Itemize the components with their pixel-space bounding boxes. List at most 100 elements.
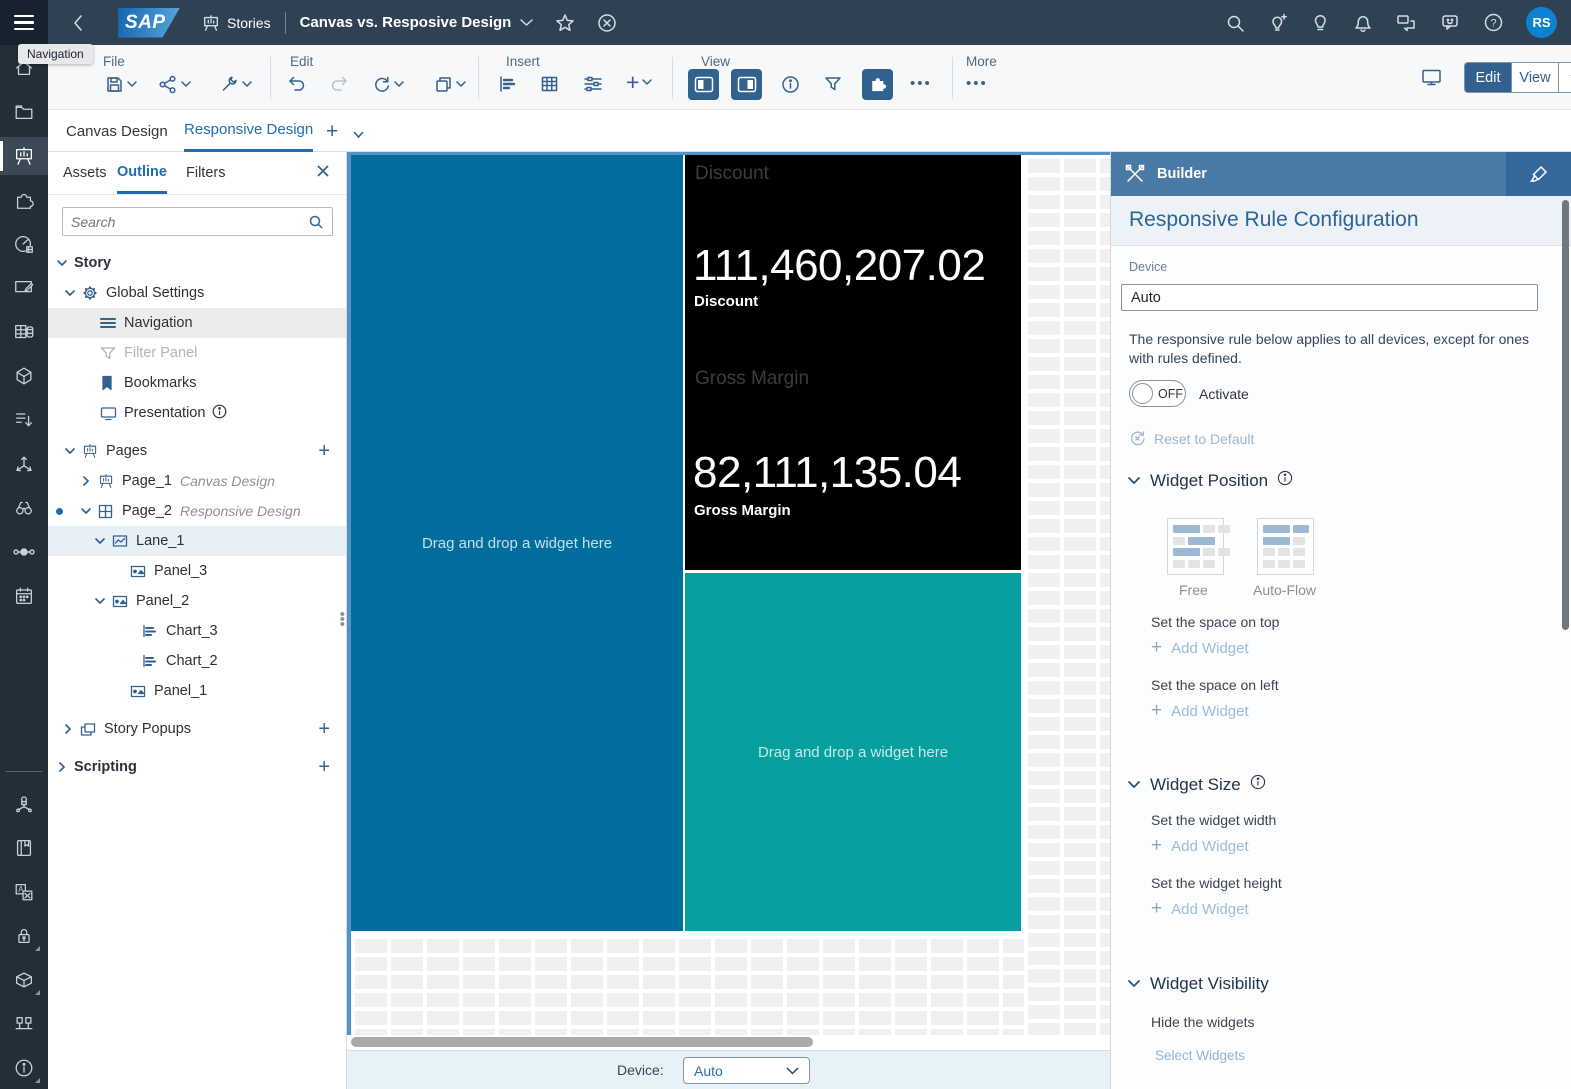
chevron-down-icon[interactable] [1127, 974, 1141, 994]
add-page-button[interactable]: + [318, 440, 330, 463]
search-icon[interactable] [1225, 13, 1245, 33]
outline-item-filter-panel[interactable]: Filter Panel [48, 338, 346, 368]
tab-responsive-design[interactable]: Responsive Design [184, 110, 314, 152]
panel-3-dropzone[interactable]: Drag and drop a widget here [351, 155, 683, 931]
insert-input-controls-button[interactable] [583, 75, 603, 93]
back-icon[interactable] [66, 14, 90, 32]
digital-boardroom-icon[interactable] [0, 269, 48, 307]
view-overflow-button[interactable]: ••• [910, 75, 932, 92]
ai-assistant-icon[interactable] [1267, 12, 1288, 33]
files-folder-icon[interactable] [0, 93, 48, 131]
panel-1-dropzone[interactable]: Drag and drop a widget here [685, 573, 1021, 931]
chevron-right-icon[interactable] [80, 475, 98, 487]
dimensions-icon[interactable] [0, 445, 48, 483]
outline-item-navigation[interactable]: Navigation [48, 308, 346, 338]
tab-outline[interactable]: Outline [117, 152, 167, 194]
right-panel-toggle-button[interactable] [731, 69, 762, 100]
discussions-icon[interactable] [1395, 13, 1417, 33]
outline-item-story-popups[interactable]: Story Popups + [48, 714, 346, 744]
info-icon[interactable] [212, 404, 227, 423]
duplicate-button[interactable] [434, 75, 466, 94]
analytic-applications-icon[interactable] [0, 225, 48, 263]
select-widgets-link[interactable]: Select Widgets [1155, 1048, 1245, 1063]
left-panel-toggle-button[interactable] [688, 69, 719, 100]
save-button[interactable] [105, 75, 137, 94]
panel-2-kpi-tile[interactable]: Discount 111,460,207.02 Discount Gross M… [685, 155, 1021, 570]
horizontal-scrollbar[interactable] [351, 1037, 813, 1047]
modeler-icon[interactable] [0, 357, 48, 395]
details-info-button[interactable] [781, 75, 800, 94]
outline-item-page-1[interactable]: Page_1 Canvas Design [48, 466, 346, 496]
chevron-down-icon[interactable] [64, 445, 82, 457]
library-book-icon[interactable] [0, 829, 48, 867]
activate-toggle[interactable]: OFF [1129, 380, 1186, 407]
refresh-button[interactable] [372, 75, 404, 94]
panel-resize-handle[interactable]: • • • [340, 607, 345, 632]
chevron-down-icon[interactable] [1127, 775, 1141, 795]
feedback-icon[interactable] [1439, 13, 1461, 33]
share-button[interactable] [158, 75, 191, 94]
add-widget-left-button[interactable]: + Add Widget [1151, 700, 1249, 722]
vertical-scrollbar[interactable] [1562, 200, 1569, 630]
chevron-down-icon[interactable] [1127, 471, 1141, 491]
chevron-down-icon[interactable] [94, 595, 112, 607]
applications-puzzle-icon[interactable] [0, 181, 48, 219]
redo-button[interactable] [329, 75, 350, 92]
edit-mode-button[interactable]: Edit [1464, 62, 1511, 93]
outline-item-scripting[interactable]: Scripting + [48, 752, 346, 782]
insert-chart-button[interactable] [498, 75, 517, 93]
outline-item-lane-1[interactable]: Lane_1 [48, 526, 346, 556]
info-icon[interactable] [1277, 470, 1293, 491]
chevron-down-icon[interactable] [80, 505, 98, 517]
close-panel-icon[interactable] [316, 164, 330, 183]
more-overflow-button[interactable]: ••• [966, 75, 988, 92]
section-widget-visibility[interactable]: Widget Visibility [1127, 974, 1269, 994]
device-select[interactable]: Auto [683, 1057, 810, 1084]
close-story-icon[interactable] [597, 13, 617, 33]
add-script-button[interactable]: + [318, 756, 330, 779]
outline-item-presentation[interactable]: Presentation [48, 398, 346, 428]
chevron-down-icon[interactable] [56, 257, 74, 269]
help-icon[interactable]: ? [1483, 12, 1504, 33]
outline-item-panel-2[interactable]: Panel_2 [48, 586, 346, 616]
outline-item-story[interactable]: Story [48, 248, 346, 278]
lightbulb-icon[interactable] [1310, 12, 1331, 33]
position-free-thumbnail[interactable] [1167, 518, 1230, 575]
search-input[interactable] [71, 213, 308, 230]
outline-item-page-2[interactable]: Page_2 Responsive Design [48, 496, 346, 526]
insert-table-button[interactable] [540, 75, 559, 93]
content-network-box-icon[interactable] [0, 961, 48, 999]
connections-bridge-icon[interactable] [0, 1005, 48, 1043]
insert-add-button[interactable]: + [626, 71, 653, 94]
translation-icon[interactable]: A [0, 873, 48, 911]
add-popup-button[interactable]: + [318, 718, 330, 741]
chevron-down-icon[interactable] [94, 535, 112, 547]
user-avatar[interactable]: RS [1526, 7, 1557, 38]
styling-tab-button[interactable] [1506, 152, 1571, 196]
chevron-down-icon[interactable] [520, 18, 534, 27]
catalog-binoculars-icon[interactable] [0, 489, 48, 527]
outline-item-global-settings[interactable]: Global Settings [48, 278, 346, 308]
builder-header[interactable]: Builder [1111, 152, 1506, 196]
outline-item-panel-3[interactable]: Panel_3 [48, 556, 346, 586]
outline-item-panel-1[interactable]: Panel_1 [48, 676, 346, 706]
tab-assets[interactable]: Assets [63, 152, 107, 194]
view-mode-button[interactable]: View [1511, 62, 1559, 93]
position-autoflow-thumbnail[interactable] [1257, 518, 1314, 575]
add-page-button[interactable]: + [326, 120, 338, 144]
chevron-right-icon[interactable] [62, 723, 80, 735]
favorite-star-icon[interactable] [555, 13, 575, 33]
add-page-chevron-icon[interactable] [353, 126, 364, 144]
stories-breadcrumb[interactable]: Stories [202, 14, 271, 32]
linked-nodes-icon[interactable] [0, 533, 48, 571]
outline-search[interactable] [62, 207, 333, 236]
system-info-icon[interactable] [0, 1049, 48, 1087]
undo-button[interactable] [286, 75, 307, 92]
tab-canvas-design[interactable]: Canvas Design [66, 110, 168, 152]
chevron-right-icon[interactable] [56, 761, 74, 773]
outline-item-pages[interactable]: Pages + [48, 436, 346, 466]
datasets-icon[interactable] [0, 313, 48, 351]
section-widget-position[interactable]: Widget Position [1127, 470, 1293, 491]
tab-filters[interactable]: Filters [186, 152, 225, 194]
chevron-down-icon[interactable] [64, 287, 82, 299]
